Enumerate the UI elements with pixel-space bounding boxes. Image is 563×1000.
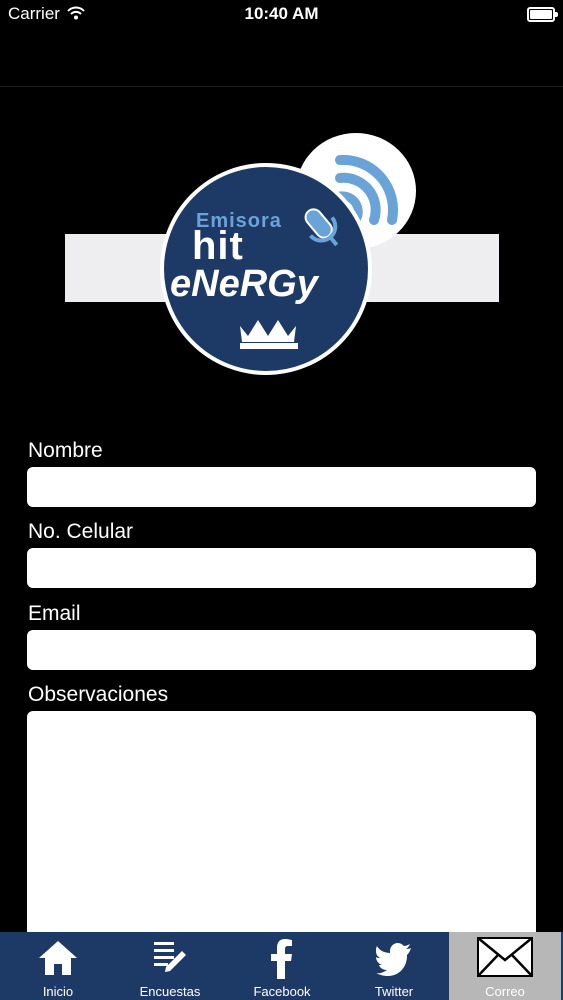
email-label: Email [28, 602, 81, 625]
tab-label-inicio: Inicio [42, 984, 74, 999]
facebook-icon [271, 939, 292, 979]
twitter-icon [376, 943, 411, 976]
tab-twitter[interactable]: Twitter [338, 932, 450, 1000]
celular-field[interactable] [27, 548, 536, 588]
survey-icon [154, 942, 186, 972]
tab-label-facebook: Facebook [253, 984, 311, 999]
home-icon [39, 941, 77, 975]
tab-label-correo: Correo [485, 984, 525, 999]
observaciones-textarea[interactable] [27, 711, 536, 941]
tab-correo[interactable]: Correo [449, 932, 561, 1000]
tab-label-encuestas: Encuestas [139, 984, 201, 999]
battery-icon [527, 7, 558, 22]
mail-icon [477, 937, 533, 977]
nav-divider [0, 86, 563, 87]
station-logo: Emisora hit eNeRGy [0, 130, 563, 390]
tab-bar: Inicio Encuestas Facebook Twitter Correo [0, 932, 563, 1000]
tab-label-twitter: Twitter [374, 984, 414, 999]
celular-label: No. Celular [28, 520, 134, 543]
tab-inicio[interactable]: Inicio [2, 932, 114, 1000]
clock-time: 10:40 AM [244, 4, 319, 23]
status-bar: Carrier 10:40 AM [0, 0, 563, 30]
nombre-field[interactable] [27, 467, 536, 507]
nombre-label: Nombre [28, 439, 103, 462]
tab-facebook[interactable]: Facebook [226, 932, 338, 1000]
crown-icon [240, 320, 298, 349]
tab-encuestas[interactable]: Encuestas [114, 932, 226, 1000]
observaciones-label: Observaciones [28, 683, 169, 706]
email-field[interactable] [27, 630, 536, 670]
